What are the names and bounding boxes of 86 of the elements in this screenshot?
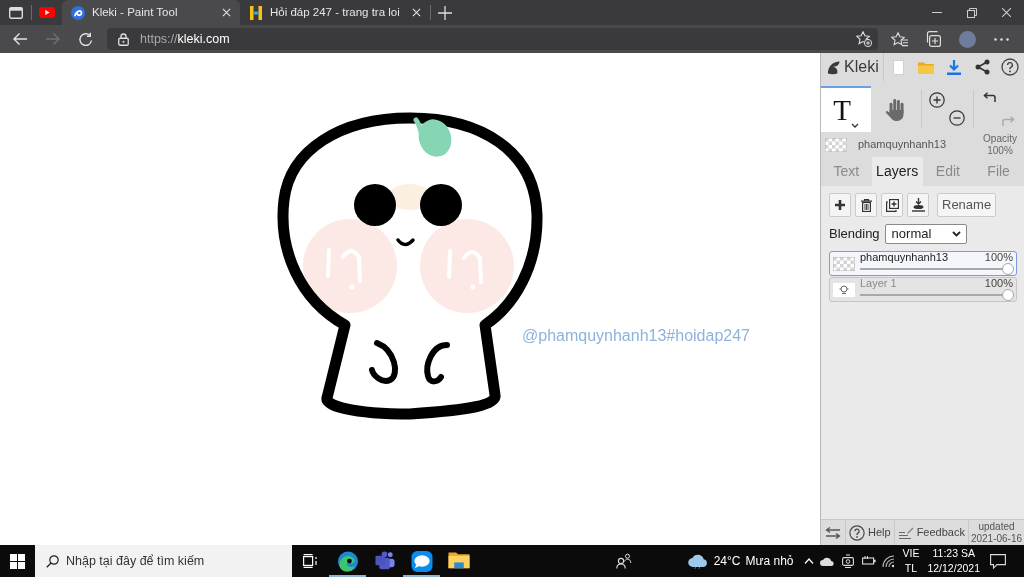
chevron-down-icon: [951, 231, 961, 237]
feedback-icon: [897, 526, 914, 539]
chevron-up-icon[interactable]: [803, 558, 814, 564]
wifi-icon[interactable]: [881, 554, 895, 568]
clock-time: 11:23 SA: [931, 546, 976, 561]
duplicate-layer-button[interactable]: [881, 193, 903, 217]
minimize-icon[interactable]: [931, 12, 942, 13]
slider-thumb[interactable]: [1002, 263, 1014, 275]
delete-layer-button[interactable]: [855, 193, 877, 217]
download-icon[interactable]: [947, 59, 961, 75]
people-icon[interactable]: [615, 553, 632, 569]
canvas-text: @phamquynhanh13#hoidap247: [522, 327, 750, 344]
more-dots-icon[interactable]: [993, 37, 1009, 41]
restore-icon[interactable]: [966, 7, 977, 18]
close-icon[interactable]: [222, 8, 231, 17]
chat-bubble-icon: [410, 550, 433, 572]
cloud-icon[interactable]: [819, 556, 834, 566]
arrow-left-icon[interactable]: [11, 31, 28, 47]
windows-logo-icon[interactable]: [10, 553, 25, 569]
task-view-icon[interactable]: [302, 554, 319, 568]
swap-arrows-icon: [825, 526, 841, 539]
layer-item[interactable]: phamquynhanh13 100%: [829, 251, 1017, 276]
brush-logo-icon: [826, 59, 841, 75]
search-input[interactable]: Nhập tại đây để tìm kiếm: [66, 551, 292, 571]
slider-thumb[interactable]: [1002, 289, 1014, 301]
url-text: https://kleki.com: [140, 30, 230, 48]
layer-name: Layer 1: [860, 278, 897, 289]
weather-condition-text: Mưa nhỏ: [745, 553, 794, 570]
layer-opacity: 100%: [984, 252, 1013, 263]
layer-thumbnail: [833, 256, 855, 271]
window-tabs-icon[interactable]: [8, 6, 23, 19]
layer-thumbnail: [833, 282, 855, 297]
updated-date: 2021-06-16: [969, 532, 1024, 544]
keyboard-layout: TL: [903, 561, 919, 576]
share-icon[interactable]: [974, 59, 990, 75]
merge-layer-button[interactable]: [907, 193, 929, 217]
trash-icon: [860, 198, 872, 212]
opacity-label: Opacity: [983, 133, 1017, 145]
caret-icon: [850, 123, 859, 128]
zoom-out-icon[interactable]: [949, 110, 966, 126]
stacked-squares-icon[interactable]: [925, 31, 941, 47]
rename-button[interactable]: Rename: [937, 193, 997, 217]
notification-icon[interactable]: [990, 553, 1006, 569]
rain-cloud-icon[interactable]: [687, 553, 708, 569]
add-layer-button[interactable]: [829, 193, 851, 217]
opacity-value: 100%: [986, 144, 1014, 156]
browser-tab[interactable]: Kleki - Paint Tool: [62, 0, 240, 25]
panel-tab[interactable]: Layers: [871, 157, 923, 186]
battery-icon[interactable]: [861, 555, 876, 567]
layer-thumbnail: [825, 137, 847, 152]
clock-date: 12/12/2021: [927, 561, 980, 576]
plus-icon[interactable]: [437, 5, 452, 20]
help-icon: [849, 524, 865, 541]
close-icon[interactable]: [1001, 7, 1012, 18]
close-icon[interactable]: [411, 8, 421, 17]
layer-name: phamquynhanh13: [858, 137, 947, 153]
plus-icon: [835, 200, 845, 210]
star-list-icon[interactable]: [890, 31, 908, 47]
hand-icon: [885, 98, 907, 122]
people-tile-icon: [373, 550, 396, 572]
layer-item[interactable]: Layer 1 100%: [829, 277, 1017, 302]
layer-name: phamquynhanh13: [860, 252, 949, 263]
duplicate-icon: [885, 198, 899, 212]
play-icon: [39, 7, 55, 18]
browser-tab[interactable]: Hỏi đáp 247 - trang tra loi: [240, 0, 430, 25]
zoom-in-icon[interactable]: [929, 92, 946, 108]
language-code: VIE: [902, 546, 920, 561]
temperature-text: 24°C: [713, 553, 741, 570]
logo-icon: [249, 5, 263, 20]
updated-label: updated: [977, 521, 1016, 533]
taskbar-search-field[interactable]: Nhập tại đây để tìm kiếm: [35, 545, 292, 577]
address-field[interactable]: https://kleki.com: [107, 28, 878, 50]
lock-icon[interactable]: [118, 32, 129, 46]
camera-icon[interactable]: [841, 554, 854, 568]
search-icon: [46, 554, 59, 568]
blending-select[interactable]: normal: [884, 224, 967, 244]
swirl-circle-icon: [336, 550, 359, 572]
text-tool-button[interactable]: T: [821, 86, 871, 132]
refresh-icon[interactable]: [77, 31, 94, 47]
app-name: Kleki: [844, 57, 879, 77]
merge-down-icon: [911, 198, 925, 212]
blending-label: Blending: [829, 225, 880, 244]
swirl-icon: [71, 5, 85, 20]
layer-opacity: 100%: [984, 278, 1013, 289]
help-icon[interactable]: [1001, 58, 1019, 76]
star-plus-icon[interactable]: [856, 31, 872, 47]
